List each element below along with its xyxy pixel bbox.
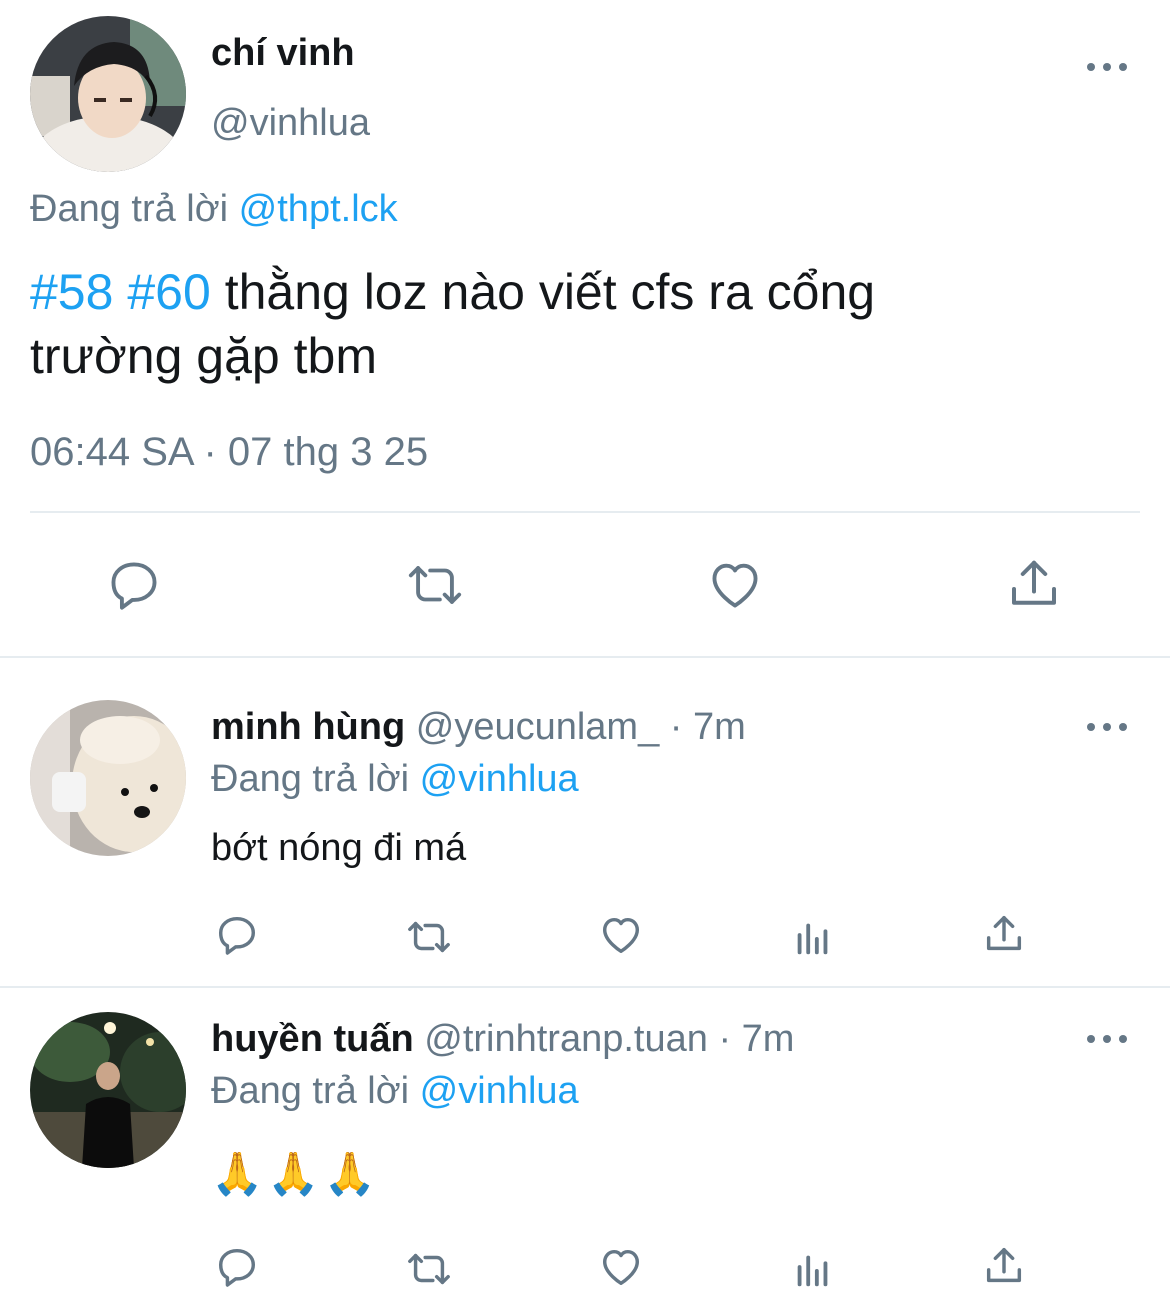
main-replying-line: Đang trả lời @thpt.lck	[30, 186, 398, 232]
reply1-views-icon[interactable]	[790, 914, 836, 960]
main-divider	[30, 511, 1140, 513]
hashtag-link[interactable]: #60	[127, 264, 210, 320]
replying-label: Đang trả lời	[30, 188, 229, 230]
reply1-share-icon[interactable]	[981, 910, 1027, 958]
reply2-views-icon[interactable]	[790, 1246, 836, 1292]
replying-label: Đang trả lời	[211, 758, 410, 800]
tweet-text: thằng loz nào viết cfs ra cổng	[224, 264, 876, 320]
reply1-time[interactable]: · 7m	[659, 706, 746, 748]
reply2-text: 🙏🙏🙏	[211, 1150, 380, 1197]
main-reply-icon[interactable]	[104, 556, 164, 614]
reply1-header: minh hùng @yeucunlam_ · 7m	[211, 704, 746, 750]
main-author-name[interactable]: chí vinh	[211, 30, 355, 76]
section-divider	[0, 986, 1170, 988]
main-tweet-text-line1: #58 #60 thằng loz nào viết cfs ra cổng	[30, 262, 875, 322]
reply1-more-icon[interactable]	[1087, 717, 1127, 737]
reply1-like-icon[interactable]	[597, 912, 645, 958]
section-divider	[0, 656, 1170, 658]
main-timestamp[interactable]: 06:44 SA · 07 thg 3 25	[30, 428, 428, 476]
reply2-avatar[interactable]	[30, 1012, 186, 1168]
reply2-more-icon[interactable]	[1087, 1029, 1127, 1049]
reply1-reply-icon[interactable]	[214, 912, 260, 958]
hashtag-link[interactable]: #58	[30, 264, 113, 320]
reply1-author-name[interactable]: minh hùng	[211, 706, 405, 748]
main-tweet-text-line2: trường gặp tbm	[30, 328, 377, 384]
reply2-author-name[interactable]: huyền tuấn	[211, 1018, 414, 1060]
reply2-retweet-icon[interactable]	[402, 1246, 456, 1292]
main-avatar[interactable]	[30, 16, 186, 172]
replying-to-link[interactable]: @thpt.lck	[239, 188, 398, 230]
main-retweet-icon[interactable]	[402, 556, 468, 614]
reply1-text: bớt nóng đi má	[211, 827, 467, 869]
reply1-author-handle[interactable]: @yeucunlam_	[416, 706, 659, 748]
reply2-time[interactable]: · 7m	[708, 1018, 794, 1060]
main-more-icon[interactable]	[1087, 57, 1127, 77]
replying-to-link[interactable]: @vinhlua	[420, 1070, 579, 1112]
reply2-reply-icon[interactable]	[214, 1244, 260, 1290]
main-author-handle[interactable]: @vinhlua	[211, 100, 370, 146]
reply2-share-icon[interactable]	[981, 1242, 1027, 1290]
replying-to-link[interactable]: @vinhlua	[420, 758, 579, 800]
reply2-like-icon[interactable]	[597, 1244, 645, 1290]
reply1-avatar[interactable]	[30, 700, 186, 856]
reply2-author-handle[interactable]: @trinhtranp.tuan	[424, 1018, 708, 1060]
replying-label: Đang trả lời	[211, 1070, 410, 1112]
reply2-replying-line: Đang trả lời @vinhlua	[211, 1068, 579, 1114]
reply1-retweet-icon[interactable]	[402, 914, 456, 960]
reply1-replying-line: Đang trả lời @vinhlua	[211, 756, 579, 802]
main-share-icon[interactable]	[1004, 554, 1064, 614]
main-like-icon[interactable]	[704, 556, 766, 614]
reply2-header: huyền tuấn @trinhtranp.tuan · 7m	[211, 1016, 794, 1062]
